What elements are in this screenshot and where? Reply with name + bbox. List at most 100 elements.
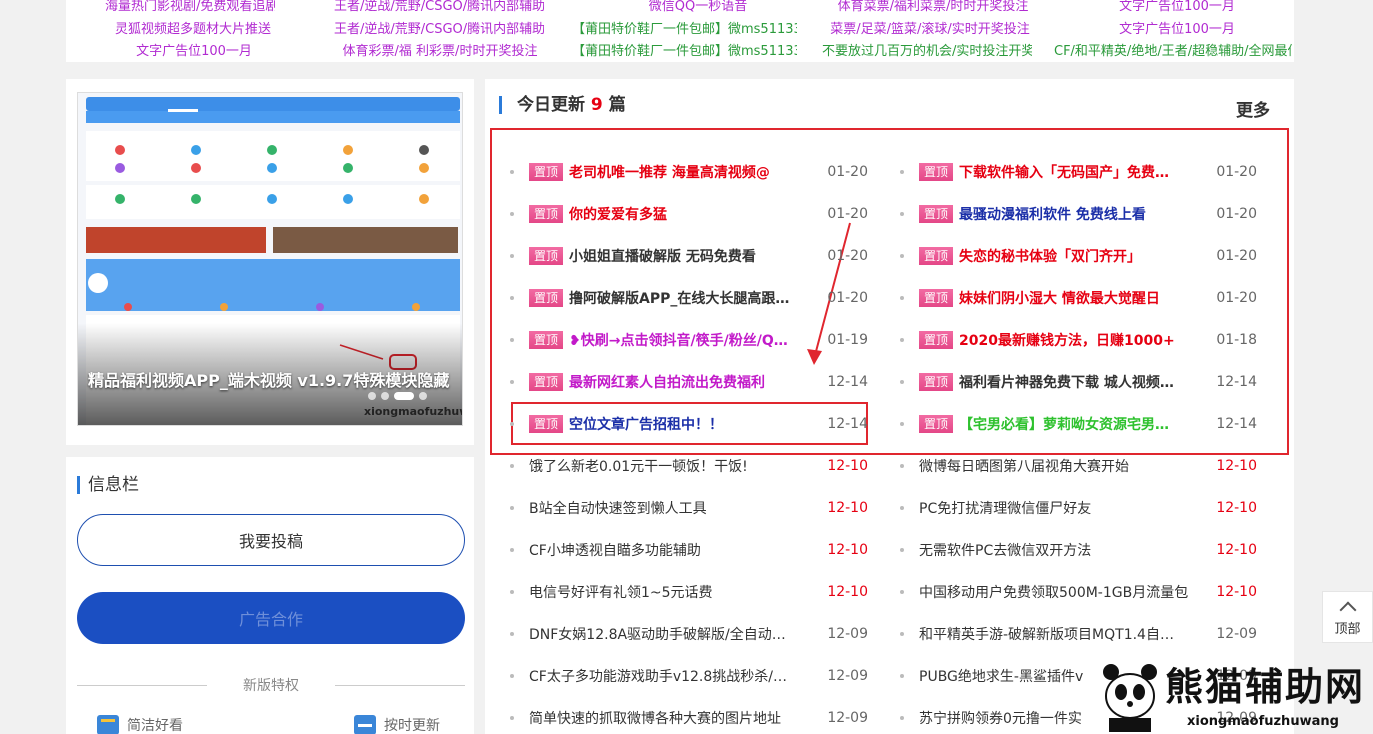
article-row[interactable]: DNF女娲12.8A驱动助手破解版/全自动… 12-09 <box>510 613 868 655</box>
article-title[interactable]: 和平精英手游-破解新版项目MQT1.4自… <box>919 624 1174 644</box>
update-count: 9 <box>590 95 603 115</box>
article-date: 12-09 <box>827 710 868 726</box>
article-title[interactable]: 失恋的秘书体验「双门齐开」 <box>959 246 1141 266</box>
article-title[interactable]: 下载软件输入「无码国产」免费… <box>959 162 1169 182</box>
bullet-icon <box>900 254 904 258</box>
featured-slider[interactable]: 精品福利视频APP_端木视频 v1.9.7特殊模块隐藏 xiongmaofuzh… <box>77 92 463 426</box>
bullet-icon <box>900 380 904 384</box>
article-row[interactable]: 置顶 最新网红素人自拍流出免费福利 12-14 <box>510 361 868 403</box>
article-date: 01-20 <box>1216 206 1257 222</box>
article-row[interactable]: 微博每日晒图第八届视角大赛开始 12-10 <box>900 445 1257 487</box>
text-ad-link[interactable]: 海量热门影视剧/免费观看追剧 <box>105 0 275 14</box>
article-row[interactable]: 置顶 撸阿破解版APP_在线大长腿高跟… 01-20 <box>510 277 868 319</box>
more-link[interactable]: 更多 <box>1236 96 1270 121</box>
text-ad-link[interactable]: 菜票/足菜/篮菜/滚球/实时开奖投注 <box>830 18 1030 37</box>
article-title[interactable]: 【宅男必看】萝莉呦女资源宅男… <box>959 414 1169 434</box>
article-title[interactable]: 空位文章广告招租中！！ <box>569 414 723 434</box>
article-row[interactable]: 置顶 失恋的秘书体验「双门齐开」 01-20 <box>900 235 1257 277</box>
article-title[interactable]: 简单快速的抓取微博各种大赛的图片地址 <box>529 708 781 728</box>
article-title[interactable]: PC免打扰清理微信僵尸好友 <box>919 498 1091 518</box>
article-title[interactable]: 无需软件PC去微信双开方法 <box>919 540 1091 560</box>
article-title[interactable]: 老司机唯一推荐 海量高清视频@ <box>569 162 770 182</box>
pinned-badge: 置顶 <box>529 247 564 265</box>
article-title[interactable]: PUBG绝地求生-黑鲨插件v <box>919 666 1083 686</box>
article-title[interactable]: DNF女娲12.8A驱动助手破解版/全自动… <box>529 624 786 644</box>
text-ad-link[interactable]: 灵狐视频超多题材大片推送 <box>113 18 273 37</box>
article-row[interactable]: 置顶 【宅男必看】萝莉呦女资源宅男… 12-14 <box>900 403 1257 445</box>
logo-subtext: xiongmaofuzhuwang <box>1187 714 1339 729</box>
article-row[interactable]: CF小坤透视自瞄多功能辅助 12-10 <box>510 529 868 571</box>
slider-dot[interactable] <box>368 392 376 400</box>
text-ad-link[interactable]: 【莆田特价鞋厂一件包邮】微ms511336 <box>572 18 797 37</box>
article-date: 12-10 <box>827 458 868 474</box>
text-ad-link[interactable]: CF/和平精英/绝地/王者/超稳辅助/全网最低 <box>1054 40 1292 59</box>
article-row[interactable]: 置顶 老司机唯一推荐 海量高清视频@ 01-20 <box>510 151 868 193</box>
bullet-icon <box>900 170 904 174</box>
article-date: 12-10 <box>1216 500 1257 516</box>
article-row[interactable]: 无需软件PC去微信双开方法 12-10 <box>900 529 1257 571</box>
pinned-badge: 置顶 <box>919 163 954 181</box>
slider-dot-active[interactable] <box>394 392 414 400</box>
back-to-top-button[interactable]: 顶部 <box>1322 591 1373 643</box>
text-ad-link[interactable]: 体育彩票/福 利彩票/时时开奖投注 <box>340 40 540 59</box>
article-date: 12-10 <box>827 542 868 558</box>
article-row[interactable]: PC免打扰清理微信僵尸好友 12-10 <box>900 487 1257 529</box>
bullet-icon <box>510 716 514 720</box>
text-ad-link[interactable]: 文字广告位100一月 <box>134 40 254 59</box>
slider-watermark: xiongmaofuzhuwang <box>364 405 462 418</box>
article-title[interactable]: ❥快刷→点击领抖音/筷手/粉丝/Q… <box>569 330 788 350</box>
text-ad-link[interactable]: 文字广告位100一月 <box>1117 0 1237 14</box>
ad-cooperation-button[interactable]: 广告合作 <box>77 592 465 644</box>
article-title[interactable]: 撸阿破解版APP_在线大长腿高跟… <box>569 288 789 308</box>
text-ad-link[interactable]: 体育菜票/福利菜票/时时开奖投注 <box>833 0 1033 14</box>
article-date: 12-14 <box>1216 374 1257 390</box>
article-title[interactable]: B站全自动快速签到懒人工具 <box>529 498 707 518</box>
submit-article-button[interactable]: 我要投稿 <box>77 514 465 566</box>
text-ad-link[interactable]: 【莆田特价鞋厂一件包邮】微ms511336 <box>572 40 797 59</box>
document-icon <box>97 715 119 734</box>
article-title[interactable]: 福利看片神器免费下载 城人视频… <box>959 372 1174 392</box>
article-title[interactable]: 2020最新赚钱方法，日赚1000+ <box>959 330 1175 350</box>
text-ad-link[interactable]: 王者/逆战/荒野/CSGO/腾讯内部辅助 <box>334 0 544 14</box>
bullet-icon <box>510 506 514 510</box>
article-title[interactable]: 苏宁拼购领券0元撸一件实 <box>919 708 1082 728</box>
slider-caption[interactable]: 精品福利视频APP_端木视频 v1.9.7特殊模块隐藏 <box>88 367 449 391</box>
article-row[interactable]: CF太子多功能游戏助手v12.8挑战秒杀/… 12-09 <box>510 655 868 697</box>
slider-dots[interactable] <box>368 392 427 400</box>
article-row[interactable]: B站全自动快速签到懒人工具 12-10 <box>510 487 868 529</box>
text-ad-link[interactable]: 不要放过几百万的机会/实时投注开奖 <box>822 40 1032 59</box>
pinned-badge: 置顶 <box>919 415 954 433</box>
article-title[interactable]: 你的爱爱有多猛 <box>569 204 667 224</box>
article-row[interactable]: 置顶 ❥快刷→点击领抖音/筷手/粉丝/Q… 01-19 <box>510 319 868 361</box>
article-title[interactable]: 妹妹们阴小湿大 情欲最大觉醒日 <box>959 288 1160 308</box>
article-row[interactable]: 置顶 小姐姐直播破解版 无码免费看 01-20 <box>510 235 868 277</box>
article-row[interactable]: 电信号好评有礼领1~5元话费 12-10 <box>510 571 868 613</box>
article-row[interactable]: 置顶 你的爱爱有多猛 01-20 <box>510 193 868 235</box>
article-date: 01-20 <box>827 206 868 222</box>
article-title[interactable]: 最新网红素人自拍流出免费福利 <box>569 372 765 392</box>
article-row[interactable]: 置顶 福利看片神器免费下载 城人视频… 12-14 <box>900 361 1257 403</box>
article-title[interactable]: 微博每日晒图第八届视角大赛开始 <box>919 456 1129 476</box>
article-row[interactable]: 简单快速的抓取微博各种大赛的图片地址 12-09 <box>510 697 868 734</box>
article-title[interactable]: 电信号好评有礼领1~5元话费 <box>529 582 713 602</box>
article-row[interactable]: 饿了么新老0.01元干一顿饭！干饭! 12-10 <box>510 445 868 487</box>
article-row[interactable]: 置顶 最骚动漫福利软件 免费线上看 01-20 <box>900 193 1257 235</box>
top-ad-strip: 海量热门影视剧/免费观看追剧 王者/逆战/荒野/CSGO/腾讯内部辅助 微信QQ一秒… <box>66 0 1294 62</box>
article-row[interactable]: 置顶 2020最新赚钱方法，日赚1000+ 01-18 <box>900 319 1257 361</box>
text-ad-link[interactable]: 王者/逆战/荒野/CSGO/腾讯内部辅助 <box>334 18 544 37</box>
bullet-icon <box>510 464 514 468</box>
slider-dot[interactable] <box>381 392 389 400</box>
article-title[interactable]: CF太子多功能游戏助手v12.8挑战秒杀/… <box>529 666 787 686</box>
text-ad-link[interactable]: 微信QQ一秒语音 <box>633 0 763 14</box>
article-title[interactable]: 中国移动用户免费领取500M-1GB月流量包 <box>919 582 1188 602</box>
article-row[interactable]: 置顶 妹妹们阴小湿大 情欲最大觉醒日 01-20 <box>900 277 1257 319</box>
article-row[interactable]: 置顶 下载软件输入「无码国产」免费… 01-20 <box>900 151 1257 193</box>
article-title[interactable]: 小姐姐直播破解版 无码免费看 <box>569 246 756 266</box>
article-title[interactable]: 饿了么新老0.01元干一顿饭！干饭! <box>529 456 748 476</box>
article-title[interactable]: 最骚动漫福利软件 免费线上看 <box>959 204 1146 224</box>
article-row[interactable]: 置顶 空位文章广告招租中！！ 12-14 <box>510 403 868 445</box>
article-title[interactable]: CF小坤透视自瞄多功能辅助 <box>529 540 701 560</box>
article-row[interactable]: 中国移动用户免费领取500M-1GB月流量包 12-10 <box>900 571 1257 613</box>
text-ad-link[interactable]: 文字广告位100一月 <box>1117 18 1237 37</box>
slider-dot[interactable] <box>419 392 427 400</box>
